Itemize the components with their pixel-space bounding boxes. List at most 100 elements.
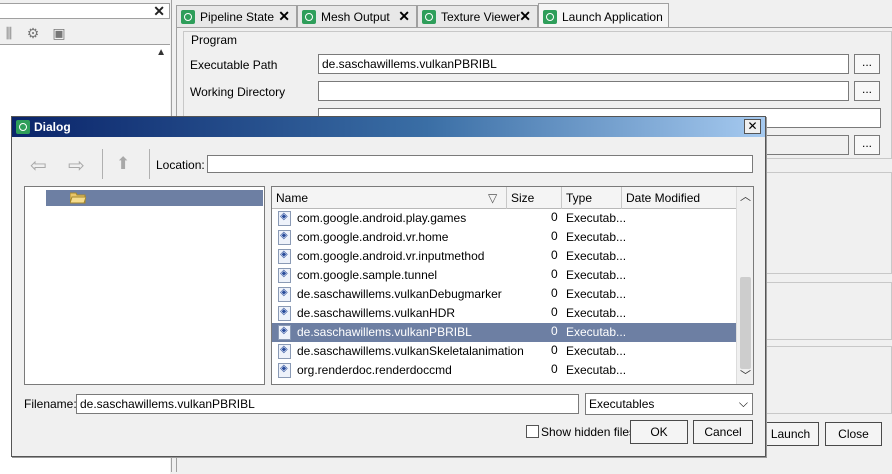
scroll-up-icon[interactable]: ︿ [740, 188, 751, 204]
file-size: 0 [551, 267, 558, 281]
app-icon [16, 120, 30, 134]
settings-icon[interactable]: ⚙ [24, 24, 42, 42]
launch-button[interactable]: Launch [762, 422, 819, 446]
folder-tree[interactable] [24, 186, 265, 385]
back-arrow-icon[interactable]: ⇦ [30, 153, 47, 178]
file-row[interactable]: com.google.android.play.games 0 Executab..… [272, 209, 736, 228]
executable-path-label: Executable Path [190, 58, 278, 72]
tab-bar: Pipeline State ✕ Mesh Output ✕ Texture V… [176, 3, 892, 29]
file-name: com.google.android.vr.inputmethod [297, 249, 485, 263]
file-list-scrollbar[interactable]: ︿ ﹀ [736, 187, 753, 384]
scrollbar-thumb[interactable] [740, 277, 751, 369]
executable-file-icon [278, 325, 291, 340]
executable-file-icon [278, 344, 291, 359]
executable-path-input[interactable]: de.saschawillems.vulkanPBRIBL [318, 54, 849, 74]
program-group-title: Program [191, 33, 238, 47]
working-directory-browse-button[interactable]: ... [854, 81, 880, 101]
executable-file-icon [278, 306, 291, 321]
cancel-button[interactable]: Cancel [693, 420, 753, 444]
file-type: Executab... [566, 363, 627, 377]
file-size: 0 [551, 286, 558, 300]
left-panel-toolbar: ⫼ ⚙ ▣ [0, 22, 170, 44]
executable-file-icon [278, 249, 291, 264]
parent-folder-icon[interactable]: ⬆ [116, 154, 130, 174]
tab-label: Pipeline State [200, 10, 275, 24]
tab-texture-viewer[interactable]: Texture Viewer ✕ [417, 5, 538, 28]
scroll-up-icon[interactable]: ▲ [156, 47, 166, 58]
file-size: 0 [551, 343, 558, 357]
dialog-toolbar: ⇦ ⇨ ⬆ Location: [12, 137, 765, 189]
tab-app-icon [543, 9, 557, 24]
file-row[interactable]: de.saschawillems.vulkanDebugmarker 0 Execu… [272, 285, 736, 304]
file-name: de.saschawillems.vulkanDebugmarker [297, 287, 502, 301]
file-type-value: Executables [589, 397, 655, 411]
save-icon[interactable]: ▣ [50, 24, 68, 42]
file-type-select[interactable]: Executables ⌵ [585, 393, 753, 415]
file-name: de.saschawillems.vulkanHDR [297, 306, 456, 320]
folder-icon [70, 192, 86, 204]
file-row[interactable]: com.google.sample.tunnel 0 Executab... [272, 266, 736, 285]
file-name: com.google.sample.tunnel [297, 268, 438, 282]
executable-file-icon [278, 211, 291, 226]
executable-file-icon [278, 363, 291, 378]
file-size: 0 [551, 362, 558, 376]
close-icon[interactable]: ✕ [744, 119, 761, 134]
file-name: de.saschawillems.vulkanSkeletalanimation [297, 344, 524, 358]
tab-label: Mesh Output [321, 10, 390, 24]
scroll-down-icon[interactable]: ﹀ [740, 367, 751, 383]
file-row[interactable]: de.saschawillems.vulkanPBRIBL 0 Executab..… [272, 323, 736, 342]
tab-app-icon [302, 10, 316, 24]
file-type: Executab... [566, 344, 627, 358]
environment-group [766, 346, 892, 414]
capture-file-browse-button[interactable]: ... [854, 135, 880, 155]
file-size: 0 [551, 229, 558, 243]
file-list-header: Name ▽ Size Type Date Modified [272, 187, 736, 209]
chevron-down-icon: ⌵ [738, 396, 748, 410]
tree-item-root[interactable] [46, 190, 263, 206]
tab-pipeline-state[interactable]: Pipeline State ✕ [176, 5, 297, 28]
close-icon[interactable]: ✕ [398, 8, 410, 25]
location-input[interactable] [207, 155, 753, 173]
file-row[interactable]: de.saschawillems.vulkanHDR 0 Executab... [272, 304, 736, 323]
location-label: Location: [156, 158, 205, 172]
dialog-titlebar[interactable]: Dialog ✕ [12, 117, 765, 137]
show-hidden-files-label[interactable]: Show hidden files [541, 425, 635, 439]
file-type: Executab... [566, 268, 627, 282]
file-type: Executab... [566, 287, 627, 301]
file-name: com.google.android.play.games [297, 211, 467, 225]
file-row[interactable]: de.saschawillems.vulkanSkeletalanimation… [272, 342, 736, 361]
column-header-name[interactable]: Name [272, 187, 507, 209]
column-header-size[interactable]: Size [507, 187, 562, 209]
forward-arrow-icon[interactable]: ⇨ [68, 153, 85, 178]
file-row[interactable]: com.google.android.vr.home 0 Executab... [272, 228, 736, 247]
filename-input[interactable]: de.saschawillems.vulkanPBRIBL [76, 394, 579, 414]
close-icon[interactable]: ✕ [519, 8, 531, 25]
close-icon[interactable]: ✕ [153, 3, 165, 20]
file-type: Executab... [566, 325, 627, 339]
sort-descending-icon: ▽ [488, 191, 498, 205]
file-type: Executab... [566, 211, 627, 225]
filter-icon[interactable]: ⫼ [0, 24, 18, 42]
tab-launch-application[interactable]: Launch Application [538, 3, 669, 29]
file-row[interactable]: org.renderdoc.renderdoccmd 0 Executab... [272, 361, 736, 380]
ok-button[interactable]: OK [630, 420, 688, 444]
executable-file-icon [278, 230, 291, 245]
working-directory-label: Working Directory [190, 85, 286, 99]
tab-mesh-output[interactable]: Mesh Output ✕ [297, 5, 417, 28]
file-size: 0 [551, 248, 558, 262]
column-header-date-modified[interactable]: Date Modified [622, 187, 736, 209]
file-list[interactable]: Name ▽ Size Type Date Modified com.googl… [271, 186, 754, 385]
file-type: Executab... [566, 306, 627, 320]
working-directory-input[interactable] [318, 81, 849, 101]
close-icon[interactable]: ✕ [278, 8, 290, 25]
file-type: Executab... [566, 230, 627, 244]
file-dialog: Dialog ✕ ⇦ ⇨ ⬆ Location: Name ▽ Size Typ… [11, 116, 766, 457]
tab-app-icon [422, 10, 436, 24]
executable-browse-button[interactable]: ... [854, 54, 880, 74]
file-name: org.renderdoc.renderdoccmd [297, 363, 452, 377]
column-header-type[interactable]: Type [562, 187, 622, 209]
executable-file-icon [278, 287, 291, 302]
show-hidden-files-checkbox[interactable] [526, 425, 539, 438]
close-button[interactable]: Close [825, 422, 882, 446]
file-row[interactable]: com.google.android.vr.inputmethod 0 Execut… [272, 247, 736, 266]
